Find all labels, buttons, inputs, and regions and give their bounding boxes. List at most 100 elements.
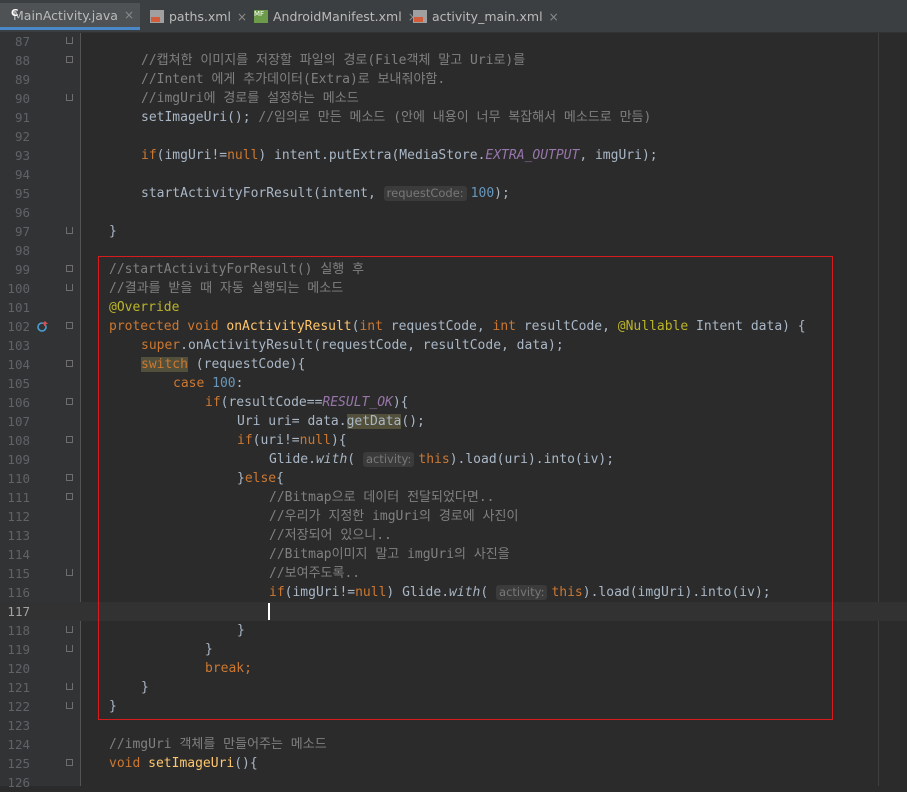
- line-number: 124: [7, 737, 30, 752]
- code-line: 126: [0, 773, 907, 792]
- fold-marker-icon[interactable]: [66, 645, 73, 652]
- line-number: 90: [14, 91, 30, 106]
- code-line: 90 //imgUri에 경로를 설정하는 메소드: [0, 89, 907, 108]
- code-text: }: [141, 680, 149, 695]
- fold-marker-icon[interactable]: [66, 398, 73, 405]
- code-text: startActivityForResult(intent, requestCo…: [141, 186, 510, 201]
- comment-text: //저장되어 있으니..: [269, 528, 392, 543]
- line-number: 103: [7, 338, 30, 353]
- code-line: 115 //보여주도록..: [0, 564, 907, 583]
- code-text: void setImageUri(){: [109, 756, 258, 771]
- code-text: }: [205, 642, 213, 657]
- code-text: }: [109, 224, 117, 239]
- line-number: 117: [7, 604, 30, 619]
- fold-marker-icon[interactable]: [66, 436, 73, 443]
- comment-text: //startActivityForResult() 실행 후: [109, 262, 365, 277]
- current-code-line[interactable]: 117: [0, 602, 907, 621]
- code-line: 99 //startActivityForResult() 실행 후: [0, 260, 907, 279]
- comment-text: //Intent 에게 추가데이터(Extra)로 보내줘야함.: [141, 72, 446, 87]
- code-line: 102 protected void onActivityResult(int …: [0, 317, 907, 336]
- xml-file-icon: [413, 10, 427, 23]
- line-number: 108: [7, 433, 30, 448]
- code-line: 93 if(imgUri!=null) intent.putExtra(Media…: [0, 146, 907, 165]
- fold-marker-icon[interactable]: [66, 702, 73, 709]
- code-line: 101 @Override: [0, 298, 907, 317]
- code-editor[interactable]: 87 88 //캡쳐한 이미지를 저장할 파일의 경로(File객체 말고 Uri…: [0, 33, 907, 790]
- tab-mainactivity-java[interactable]: MainActivity.java ×: [0, 3, 140, 30]
- code-line: 92: [0, 127, 907, 146]
- fold-marker-icon[interactable]: [66, 94, 73, 101]
- comment-text: //우리가 지정한 imgUri의 경로에 사진이: [269, 509, 519, 524]
- line-number: 111: [7, 490, 30, 505]
- code-text: super.onActivityResult(requestCode, resu…: [141, 338, 564, 353]
- code-line: 100 //결과를 받을 때 자동 실행되는 메소드: [0, 279, 907, 298]
- code-line: 118}: [0, 621, 907, 640]
- fold-marker-icon[interactable]: [66, 56, 73, 63]
- line-number: 107: [7, 414, 30, 429]
- code-line: 122}: [0, 697, 907, 716]
- close-icon[interactable]: ×: [124, 8, 134, 22]
- fold-marker-icon[interactable]: [66, 569, 73, 576]
- fold-marker-icon[interactable]: [66, 474, 73, 481]
- line-number: 93: [14, 148, 30, 163]
- override-method-icon[interactable]: [37, 321, 48, 332]
- code-line: 106 if(resultCode==RESULT_OK){: [0, 393, 907, 412]
- tab-label: AndroidManifest.xml: [273, 9, 402, 24]
- fold-marker-icon[interactable]: [66, 626, 73, 633]
- line-number: 125: [7, 756, 30, 771]
- line-number: 96: [14, 205, 30, 220]
- tab-label: activity_main.xml: [432, 9, 543, 24]
- xml-file-icon: [150, 10, 164, 23]
- comment-text: //보여주도록..: [269, 566, 361, 581]
- text-caret: [268, 603, 270, 620]
- fold-marker-icon[interactable]: [66, 322, 73, 329]
- code-text: Glide.with( activity: this).load(uri).int…: [269, 452, 615, 467]
- line-number: 123: [7, 718, 30, 733]
- line-number: 87: [14, 34, 30, 49]
- tab-label: MainActivity.java: [13, 7, 118, 23]
- fold-marker-icon[interactable]: [66, 493, 73, 500]
- line-number: 112: [7, 509, 30, 524]
- parameter-hint: activity:: [362, 452, 415, 467]
- line-number: 97: [14, 224, 30, 239]
- fold-marker-icon[interactable]: [66, 683, 73, 690]
- comment-text: //imgUri 객체를 만들어주는 메소드: [109, 737, 327, 752]
- line-number: 126: [7, 775, 30, 790]
- code-text: }: [237, 623, 245, 638]
- line-number: 109: [7, 452, 30, 467]
- code-line: 98: [0, 241, 907, 260]
- tab-activity-main-xml[interactable]: activity_main.xml ×: [405, 3, 567, 30]
- line-number: 106: [7, 395, 30, 410]
- code-line: 123: [0, 716, 907, 735]
- code-line: 125 void setImageUri(){: [0, 754, 907, 773]
- tab-paths-xml[interactable]: paths.xml ×: [142, 3, 255, 30]
- line-number: 101: [7, 300, 30, 315]
- tab-label: paths.xml: [169, 9, 231, 24]
- tab-androidmanifest-xml[interactable]: AndroidManifest.xml ×: [246, 3, 426, 30]
- line-number: 120: [7, 661, 30, 676]
- line-number: 110: [7, 471, 30, 486]
- close-icon[interactable]: ×: [549, 10, 559, 24]
- code-text: switch (requestCode){: [141, 357, 306, 372]
- code-line: 112 //우리가 지정한 imgUri의 경로에 사진이: [0, 507, 907, 526]
- line-number: 119: [7, 642, 30, 657]
- fold-marker-icon[interactable]: [66, 265, 73, 272]
- line-number: 95: [14, 186, 30, 201]
- code-line: 120 break;: [0, 659, 907, 678]
- code-line: 97}: [0, 222, 907, 241]
- line-number: 94: [14, 167, 30, 182]
- annotation-text: @Override: [109, 300, 180, 315]
- fold-marker-icon[interactable]: [66, 227, 73, 234]
- code-line: 113 //저장되어 있으니..: [0, 526, 907, 545]
- manifest-file-icon: [254, 10, 268, 23]
- fold-marker-icon[interactable]: [66, 759, 73, 766]
- fold-marker-icon[interactable]: [66, 284, 73, 291]
- fold-marker-icon[interactable]: [66, 360, 73, 367]
- code-line: 89 //Intent 에게 추가데이터(Extra)로 보내줘야함.: [0, 70, 907, 89]
- line-number: 99: [14, 262, 30, 277]
- fold-marker-icon[interactable]: [66, 37, 73, 44]
- code-text: }else{: [237, 471, 284, 486]
- comment-text: //Bitmap으로 데이터 전달되었다면..: [269, 490, 495, 505]
- code-line: 94: [0, 165, 907, 184]
- code-line: 109 Glide.with( activity: this).load(uri).…: [0, 450, 907, 469]
